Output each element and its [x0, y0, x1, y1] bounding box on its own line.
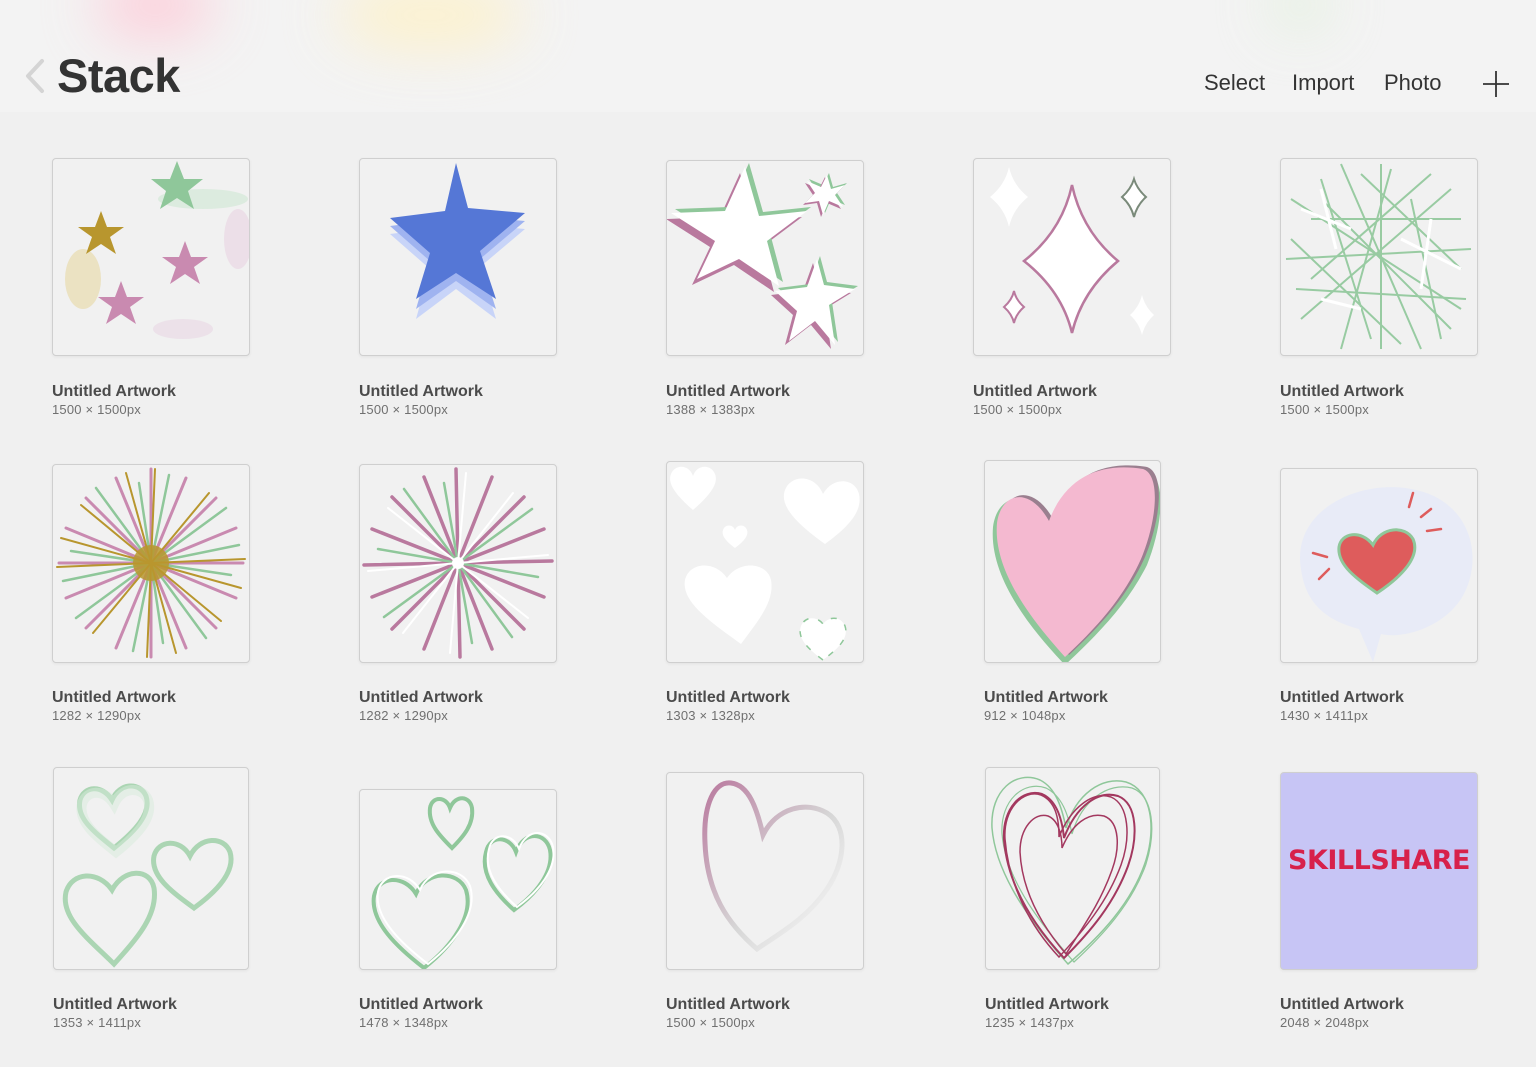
artwork-thumbnail[interactable] [666, 772, 864, 970]
artwork-dimensions: 1500 × 1500px [52, 402, 141, 417]
artwork-title: Untitled Artwork [359, 996, 483, 1013]
artwork-thumbnail[interactable] [52, 158, 250, 356]
artwork-dimensions: 1388 × 1383px [666, 402, 755, 417]
artwork-dimensions: 1282 × 1290px [359, 708, 448, 723]
artwork-thumbnail[interactable] [53, 767, 249, 970]
artwork-title: Untitled Artwork [985, 996, 1109, 1013]
artwork-title: Untitled Artwork [984, 689, 1108, 706]
artwork-thumbnail[interactable] [359, 158, 557, 356]
page-title: Stack [57, 49, 180, 102]
starburst-gold-thumbnail-image [56, 467, 246, 659]
new-canvas-button[interactable] [1482, 70, 1510, 98]
artwork-dimensions: 1500 × 1500px [973, 402, 1062, 417]
artwork-dimensions: 1478 × 1348px [359, 1015, 448, 1030]
artwork-title: Untitled Artwork [666, 689, 790, 706]
gradient-heart-thumbnail-image [702, 780, 845, 953]
artwork-title: Untitled Artwork [1280, 996, 1404, 1013]
artwork-dimensions: 1500 × 1500px [1280, 402, 1369, 417]
artwork-thumbnail[interactable]: SKILLSHARE [1280, 772, 1478, 970]
chevron-left-icon[interactable] [24, 58, 46, 94]
artwork-title: Untitled Artwork [1280, 383, 1404, 400]
decorative-blur [95, 0, 215, 40]
artwork-thumbnail[interactable] [666, 160, 864, 356]
artwork-thumbnail[interactable] [973, 158, 1171, 356]
photo-button[interactable]: Photo [1384, 68, 1442, 98]
artwork-title: Untitled Artwork [359, 383, 483, 400]
artwork-dimensions: 1282 × 1290px [52, 708, 141, 723]
green-heart-outlines-thumbnail-image [62, 783, 234, 968]
white-hearts-thumbnail-image [670, 466, 860, 661]
pink-heart-thumbnail-image [992, 465, 1160, 662]
artwork-thumbnail[interactable] [984, 460, 1161, 663]
artwork-thumbnail[interactable] [52, 464, 250, 663]
decorative-blur [1270, 0, 1330, 30]
artwork-thumbnail[interactable] [359, 789, 557, 970]
artwork-title: Untitled Artwork [666, 996, 790, 1013]
white-stars-thumbnail-image [667, 163, 858, 349]
top-bar: Stack Select Import Photo [0, 0, 1536, 112]
artwork-dimensions: 2048 × 2048px [1280, 1015, 1369, 1030]
speech-bubble-heart-thumbnail-image [1300, 487, 1473, 662]
starburst-white-thumbnail-image [362, 467, 554, 659]
artwork-thumbnail[interactable] [1280, 158, 1478, 356]
import-button[interactable]: Import [1292, 68, 1354, 98]
scribble-stars-thumbnail-image [1285, 163, 1472, 350]
artwork-dimensions: 1500 × 1500px [359, 402, 448, 417]
artwork-dimensions: 1303 × 1328px [666, 708, 755, 723]
skillshare-logo-text: SKILLSHARE [1288, 845, 1470, 876]
decorative-blur [335, 0, 525, 50]
scribbled-heart-thumbnail-image [991, 776, 1153, 966]
artwork-thumbnail[interactable] [359, 464, 557, 663]
artwork-title: Untitled Artwork [52, 689, 176, 706]
artwork-title: Untitled Artwork [53, 996, 177, 1013]
artwork-thumbnail[interactable] [1280, 468, 1478, 663]
select-button[interactable]: Select [1204, 68, 1265, 98]
artwork-title: Untitled Artwork [52, 383, 176, 400]
artwork-dimensions: 1235 × 1437px [985, 1015, 1074, 1030]
plus-icon [1483, 71, 1509, 97]
artwork-title: Untitled Artwork [359, 689, 483, 706]
skillshare-logo-thumbnail-image: SKILLSHARE [1288, 845, 1471, 876]
artwork-thumbnail[interactable] [666, 461, 864, 663]
artwork-dimensions: 912 × 1048px [984, 708, 1066, 723]
artwork-dimensions: 1500 × 1500px [666, 1015, 755, 1030]
blue-star-thumbnail-image [390, 163, 525, 319]
green-hearts-sketch-thumbnail-image [371, 796, 555, 969]
artwork-title: Untitled Artwork [666, 383, 790, 400]
artwork-dimensions: 1353 × 1411px [53, 1015, 142, 1030]
artwork-thumbnail[interactable] [985, 767, 1160, 970]
diamond-sparkles-thumbnail-image [990, 167, 1154, 335]
artwork-title: Untitled Artwork [1280, 689, 1404, 706]
stars-thumbnail-image [65, 161, 249, 339]
artwork-dimensions: 1430 × 1411px [1280, 708, 1369, 723]
artwork-title: Untitled Artwork [973, 383, 1097, 400]
